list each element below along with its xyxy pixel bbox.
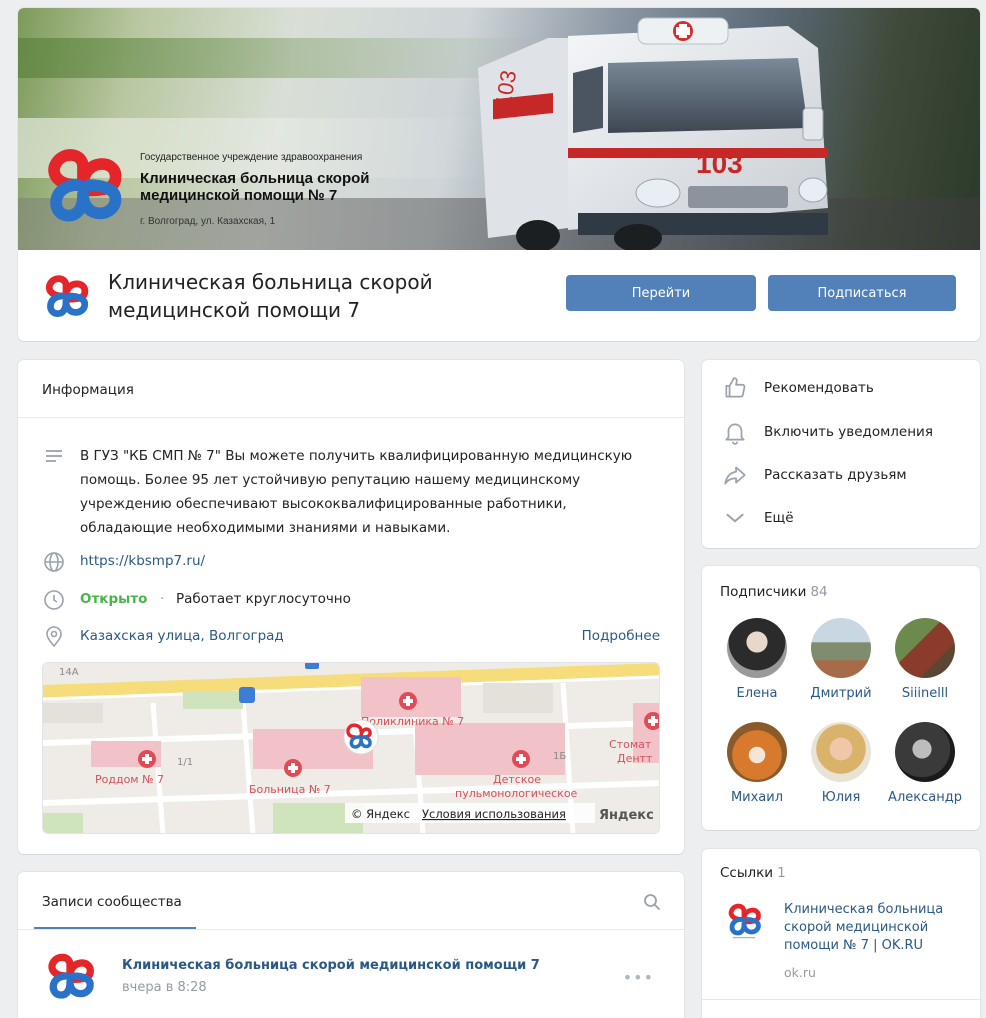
subscriber-name: Siiinelll <box>901 686 949 701</box>
map[interactable]: 14А 1/1 1Б Поликлиника № 7 Роддом № 7 Бо… <box>42 662 660 834</box>
clock-icon <box>44 590 64 610</box>
subscriber[interactable]: Александр <box>880 722 970 805</box>
map-label-stomat-2: Дентт <box>617 752 653 765</box>
subscriber[interactable]: Дмитрий <box>796 618 886 701</box>
map-brand: Яндекс <box>599 808 654 823</box>
cover-image: 103 103 Государственное учреждение здрав… <box>18 8 980 250</box>
links-title-text: Ссылки <box>720 865 774 881</box>
recommend-label: Рекомендовать <box>764 380 874 396</box>
divider <box>702 999 980 1000</box>
subscribers-card: Подписчики 84 Елена Дмитрий Siiinelll Мих… <box>702 566 980 830</box>
search-icon[interactable] <box>642 892 662 912</box>
info-card: Информация В ГУЗ "КБ СМП № 7" Вы можете … <box>18 360 684 854</box>
like-icon <box>725 377 746 398</box>
website-link[interactable]: https://kbsmp7.ru/ <box>80 553 205 569</box>
subscriber[interactable]: Елена <box>712 618 802 701</box>
map-label-1b: 1Б <box>553 751 566 762</box>
subscriber-name: Михаил <box>730 790 784 805</box>
avatar <box>727 618 787 678</box>
active-tab-indicator <box>34 927 196 929</box>
bell-icon <box>725 423 745 445</box>
map-label-pulmo-1: Детское <box>493 773 541 786</box>
map-terms-link[interactable]: Условия использования <box>422 807 566 821</box>
avatar <box>811 618 871 678</box>
page-title: Клиническая больница скорой медицинской … <box>108 270 433 322</box>
info-title: Информация <box>42 382 134 398</box>
recommend-action[interactable]: Рекомендовать <box>722 374 970 402</box>
avatar <box>895 722 955 782</box>
subscribers-title[interactable]: Подписчики 84 <box>720 584 828 600</box>
hospital-logo-icon <box>48 149 122 222</box>
link-title[interactable]: Клиническая больница скорой медицинской … <box>784 901 964 955</box>
working-hours: Работает круглосуточно <box>176 591 351 607</box>
subscriber[interactable]: Михаил <box>712 722 802 805</box>
map-hospital-marker[interactable] <box>399 692 417 710</box>
post-author-avatar[interactable] <box>42 948 98 1004</box>
subscriber[interactable]: Siiinelll <box>880 618 970 701</box>
map-location-pin[interactable] <box>343 719 379 755</box>
map-label-maternity: Роддом № 7 <box>95 773 164 786</box>
go-button[interactable]: Перейти <box>566 275 756 311</box>
avatar <box>811 722 871 782</box>
links-card: Ссылки 1 Клиническая больница скорой меди… <box>702 849 980 1018</box>
post-time[interactable]: вчера в 8:28 <box>122 980 207 995</box>
ambulance-image: 103 103 <box>478 17 828 250</box>
community-header: 103 103 Государственное учреждение здрав… <box>18 8 980 341</box>
cover-org-name: Клиническая больница скорой медицинской … <box>140 170 370 204</box>
map-label-1-1: 1/1 <box>177 757 193 768</box>
cover-address: г. Волгоград, ул. Казахская, 1 <box>140 216 276 227</box>
map-hospital-marker[interactable] <box>284 759 302 777</box>
posts-card: Записи сообщества Клиническая больница с… <box>18 872 684 1018</box>
map-copyright: © Яндекс <box>351 807 410 821</box>
avatar <box>895 618 955 678</box>
subscribers-title-text: Подписчики <box>720 584 807 600</box>
description-text: В ГУЗ "КБ СМП № 7" Вы можете получить кв… <box>80 448 633 536</box>
open-status: Открыто <box>80 591 148 607</box>
map-label-stomat-1: Стомат <box>609 738 652 751</box>
cover-org-type: Государственное учреждение здравоохранен… <box>140 152 363 163</box>
subscribers-count: 84 <box>810 584 828 600</box>
map-hospital-marker[interactable] <box>138 750 156 768</box>
share-label: Рассказать друзьям <box>764 467 907 483</box>
location-pin-icon <box>46 626 62 648</box>
share-icon <box>724 466 746 485</box>
subscriber-name: Елена <box>736 686 778 701</box>
map-label-14a: 14А <box>59 667 79 678</box>
link-domain: ok.ru <box>784 965 816 980</box>
map-label-polyclinic: Поликлиника № 7 <box>361 715 464 728</box>
subscriber-name: Дмитрий <box>810 686 872 701</box>
description-icon <box>46 450 62 462</box>
status-separator: · <box>160 591 165 607</box>
bus-stop-icon <box>239 687 255 703</box>
subscriber-name: Александр <box>888 790 962 805</box>
links-title[interactable]: Ссылки 1 <box>720 865 786 881</box>
map-canvas[interactable]: 14А 1/1 1Б Поликлиника № 7 Роддом № 7 Бо… <box>43 663 660 834</box>
notifications-label: Включить уведомления <box>764 424 933 440</box>
subscriber-name: Юлия <box>821 790 861 805</box>
post-menu-button[interactable]: ••• <box>623 968 654 987</box>
link-logo-icon[interactable] <box>724 901 764 941</box>
avatar <box>727 722 787 782</box>
globe-icon <box>44 552 64 572</box>
svg-text:103: 103 <box>696 148 743 179</box>
map-label-hospital: Больница № 7 <box>249 783 331 796</box>
more-actions[interactable]: Ещё <box>722 504 970 532</box>
actions-card: Рекомендовать Включить уведомления Расск… <box>702 360 980 548</box>
subscriber[interactable]: Юлия <box>796 722 886 805</box>
share-action[interactable]: Рассказать друзьям <box>722 461 970 489</box>
more-link[interactable]: Подробнее <box>582 628 660 644</box>
map-hospital-marker[interactable] <box>512 750 530 768</box>
links-count: 1 <box>777 865 786 881</box>
enable-notifications-action[interactable]: Включить уведомления <box>722 418 970 446</box>
community-avatar[interactable] <box>40 270 92 322</box>
chevron-down-icon <box>726 513 744 523</box>
more-label: Ещё <box>764 510 794 526</box>
subscribe-button[interactable]: Подписаться <box>768 275 956 311</box>
map-label-pulmo-2: пульмонологическое <box>455 787 578 800</box>
tab-community-posts[interactable]: Записи сообщества <box>42 894 182 910</box>
address-link[interactable]: Казахская улица, Волгоград <box>80 628 284 644</box>
post-author-link[interactable]: Клиническая больница скорой медицинской … <box>122 958 540 973</box>
